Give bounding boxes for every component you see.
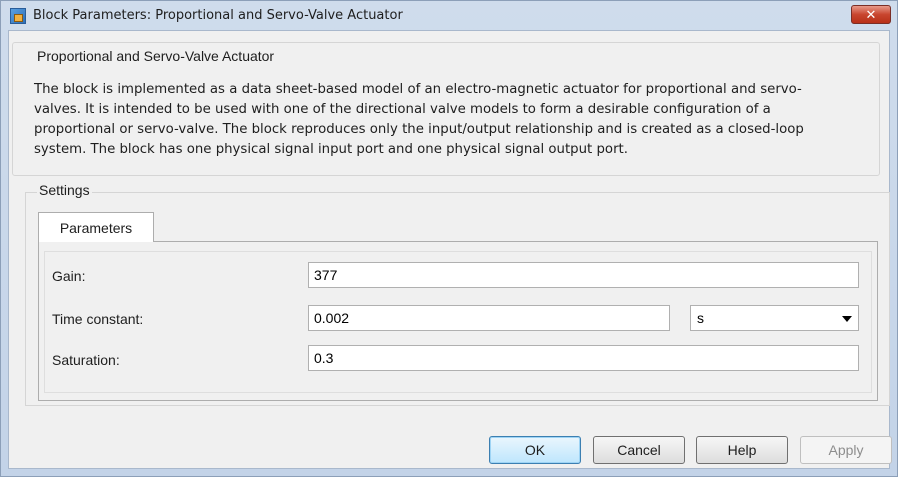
help-button[interactable]: Help [696, 436, 788, 464]
apply-button[interactable]: Apply [800, 436, 892, 464]
saturation-input[interactable]: 0.3 [308, 345, 859, 371]
time-constant-unit-value: s [697, 310, 704, 326]
block-icon [10, 8, 26, 24]
description-line: system. The block has one physical signa… [34, 142, 628, 157]
close-icon: ✕ [865, 7, 877, 22]
chevron-down-icon [842, 316, 852, 322]
time-constant-label: Time constant: [52, 311, 144, 327]
description-line: valves. It is intended to be used with o… [34, 102, 771, 117]
time-constant-input[interactable]: 0.002 [308, 305, 670, 331]
description-line: proportional or servo-valve. The block r… [34, 122, 804, 137]
block-description: The block is implemented as a data sheet… [34, 80, 890, 160]
title-bar: Block Parameters: Proportional and Servo… [1, 1, 897, 31]
tab-parameters[interactable]: Parameters [38, 212, 154, 242]
saturation-label: Saturation: [52, 352, 120, 368]
settings-title: Settings [37, 182, 92, 198]
time-constant-unit-select[interactable]: s [690, 305, 859, 331]
ok-button[interactable]: OK [489, 436, 581, 464]
description-line: The block is implemented as a data sheet… [34, 82, 802, 97]
gain-input[interactable]: 377 [308, 262, 859, 288]
gain-label: Gain: [52, 268, 86, 284]
window-title: Block Parameters: Proportional and Servo… [33, 8, 403, 23]
close-button[interactable]: ✕ [851, 5, 891, 24]
cancel-button[interactable]: Cancel [593, 436, 685, 464]
block-name: Proportional and Servo-Valve Actuator [37, 48, 275, 64]
